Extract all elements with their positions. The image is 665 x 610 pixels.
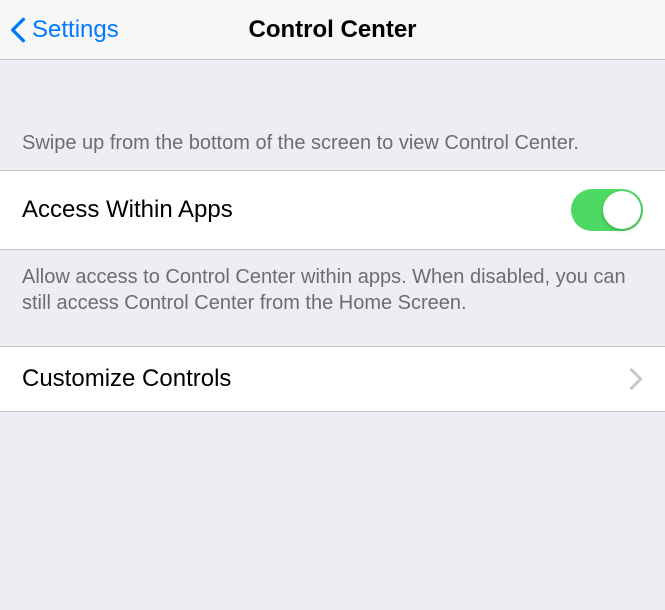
access-within-apps-footer: Allow access to Control Center within ap… bbox=[0, 250, 665, 346]
customize-controls-row[interactable]: Customize Controls bbox=[0, 346, 665, 412]
navigation-bar: Settings Control Center bbox=[0, 0, 665, 60]
intro-description: Swipe up from the bottom of the screen t… bbox=[0, 100, 665, 170]
page-title: Control Center bbox=[249, 16, 417, 44]
chevron-left-icon bbox=[10, 16, 26, 44]
back-button[interactable]: Settings bbox=[10, 16, 119, 44]
access-within-apps-row: Access Within Apps bbox=[0, 170, 665, 250]
access-within-apps-label: Access Within Apps bbox=[22, 196, 233, 224]
toggle-knob bbox=[603, 191, 641, 229]
back-label: Settings bbox=[32, 16, 119, 44]
access-within-apps-toggle[interactable] bbox=[571, 189, 643, 231]
customize-controls-label: Customize Controls bbox=[22, 365, 231, 393]
chevron-right-icon bbox=[629, 367, 643, 391]
